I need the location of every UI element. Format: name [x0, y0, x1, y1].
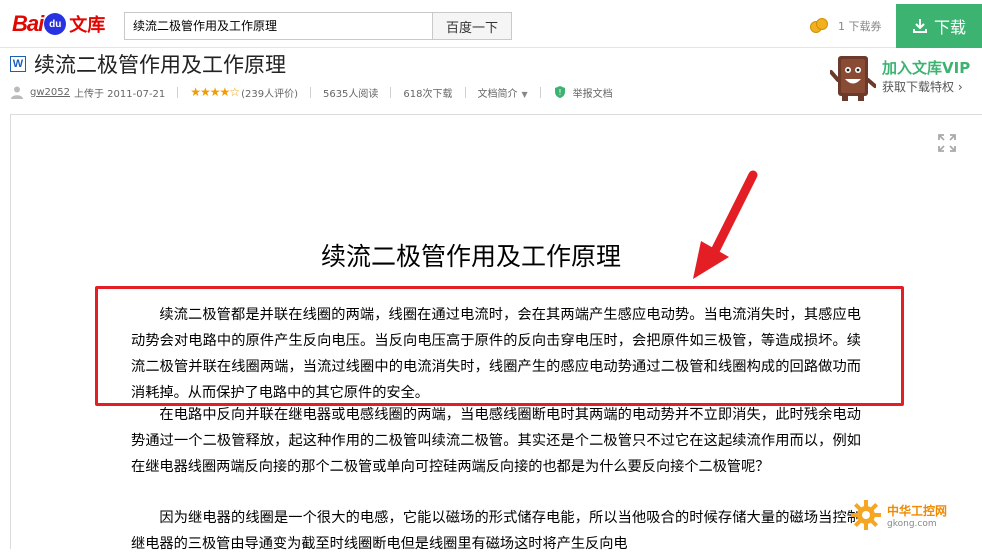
user-icon	[11, 86, 23, 99]
paragraph-3: 因为继电器的线圈是一个很大的电感，它能以磁场的形式储存电能，所以当他吸合的时候存…	[131, 510, 861, 552]
uploader-link[interactable]: gw2052	[30, 87, 70, 98]
divider	[390, 86, 392, 98]
document-meta: gw2052 上传于 2011-07-21 ★★★★☆ (239人评价) 563…	[10, 82, 613, 102]
search-button[interactable]: 百度一下	[432, 12, 512, 40]
rating-count: (239人评价)	[241, 88, 298, 100]
download-icon	[912, 19, 927, 33]
shield-icon: !	[554, 86, 565, 98]
svg-text:!: !	[558, 88, 561, 97]
page-heading: 续流二极管作用及工作原理	[321, 242, 622, 271]
watermark-text: 中华工控网 gkong.com	[887, 502, 947, 529]
rating-stars: ★★★★☆	[190, 85, 240, 99]
vip-subtitle: 获取下载特权 ›	[882, 80, 963, 94]
book-mascot-icon	[830, 56, 876, 101]
document-title-row: W 续流二极管作用及工作原理	[10, 50, 286, 78]
paragraph-1: 续流二极管都是并联在线圈的两端，线圈在通过电流时，会在其两端产生感应电动势。当电…	[131, 307, 861, 401]
vip-title: 加入文库VIP	[882, 59, 971, 77]
watermark: 中华工控网 gkong.com	[849, 493, 982, 537]
summary-dropdown[interactable]: 文档简介 ▼	[478, 85, 528, 100]
coupon-label: 1 下载券	[838, 20, 882, 33]
summary-label: 文档简介	[477, 88, 518, 100]
divider	[539, 86, 541, 98]
download-coupon[interactable]: 1 下载券	[810, 14, 882, 38]
logo-bai-text: Bai	[12, 11, 44, 36]
download-button[interactable]: 下载	[896, 4, 982, 48]
coupon-coins-icon	[810, 18, 830, 34]
divider	[177, 86, 179, 98]
watermark-name: 中华工控网	[887, 503, 948, 518]
download-button-label: 下载	[933, 18, 966, 37]
upload-date: 上传于 2011-07-21	[73, 88, 166, 100]
divider	[309, 86, 311, 98]
paragraph-2: 在电路中反向并联在继电器或电感线圈的两端，当电感线圈断电时其两端的电动势并不立即…	[131, 407, 861, 475]
annotation-arrow	[693, 170, 758, 279]
document-viewer: 续流二极管作用及工作原理 续流二极管都是并联在线圈的两端，线圈在通过电流时，会在…	[10, 114, 982, 552]
watermark-url: gkong.com	[887, 518, 937, 529]
logo-paw-icon: du	[44, 13, 67, 35]
download-count: 618次下载	[403, 88, 453, 100]
read-count: 5635人阅读	[322, 88, 379, 100]
chevron-down-icon: ▼	[521, 89, 528, 99]
baidu-wenku-logo[interactable]: Bai du 文库	[12, 10, 105, 38]
report-link[interactable]: 举报文档	[573, 85, 613, 100]
gear-icon	[851, 500, 881, 530]
divider	[464, 86, 466, 98]
document-title: 续流二极管作用及工作原理	[34, 53, 286, 77]
logo-wenku-text: 文库	[69, 15, 106, 36]
search-input[interactable]: 续流二极管作用及工作原理	[124, 12, 432, 40]
fullscreen-icon[interactable]	[937, 133, 957, 153]
vip-promo[interactable]: 加入文库VIP 获取下载特权 ›	[830, 48, 982, 104]
word-doc-icon: W	[10, 56, 26, 72]
top-bar: Bai du 文库 续流二极管作用及工作原理 百度一下 1 下载券 下载	[0, 0, 982, 48]
